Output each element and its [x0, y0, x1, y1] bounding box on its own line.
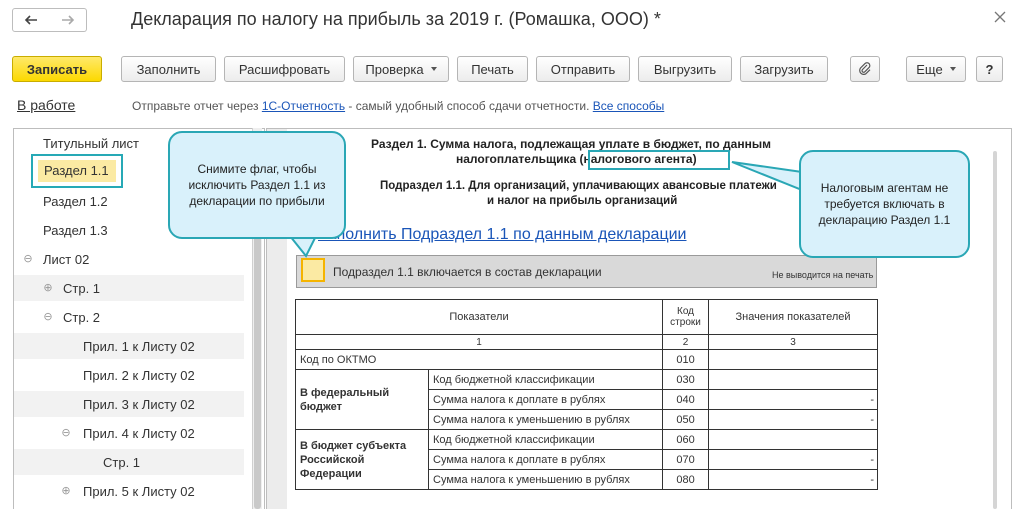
callout-tail-right: [731, 161, 803, 192]
agents-hint-callout: Налоговым агентам не требуется включать …: [799, 150, 970, 258]
callout-tail-left: [287, 235, 318, 258]
uncheck-hint-callout: Снимите флаг, чтобы исключить Раздел 1.1…: [168, 131, 346, 239]
